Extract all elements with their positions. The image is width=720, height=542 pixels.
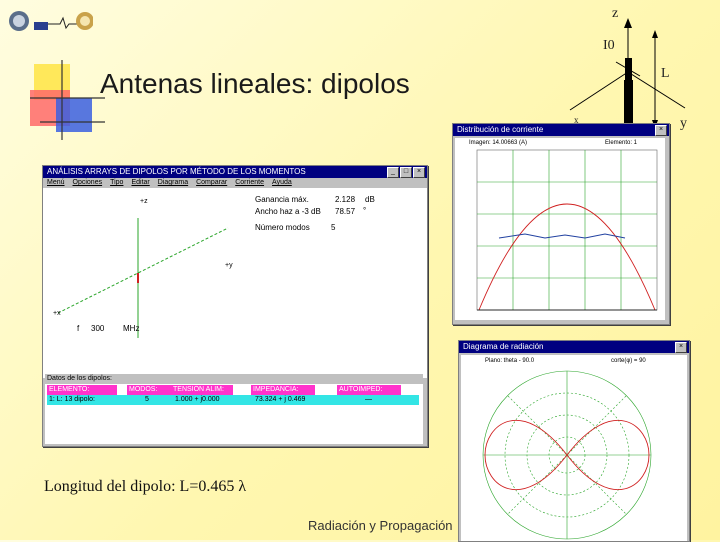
header-autoimped: AUTOIMPED: [337, 385, 401, 395]
x-axis-tag: +x [53, 310, 61, 317]
footer-text: Radiación y Propagación [308, 518, 453, 533]
slide-title: Antenas lineales: dipolos [100, 68, 410, 99]
university-logo [8, 8, 94, 34]
dipole-table: Datos de los dipolos: ELEMENTO: MODOS: T… [45, 374, 423, 444]
radiation-pattern-window: Diagrama de radiación × Plano: theta - 9… [458, 340, 690, 542]
y-axis-label: y [680, 116, 687, 131]
length-label: L [661, 66, 670, 81]
menu-item-editar[interactable]: Editar [131, 178, 149, 188]
beam-unit: ° [363, 206, 367, 215]
cell-impedancia: 73.324 + j 0.469 [255, 396, 306, 403]
modes-value: 5 [331, 223, 336, 232]
gain-label: Ganancia máx. [255, 195, 309, 204]
decorative-squares [30, 60, 105, 140]
pattern-window-titlebar[interactable]: Diagrama de radiación × [459, 341, 689, 353]
current-label: I0 [603, 38, 615, 53]
current-plot-area: Imagen: 14.00663 (A) Elemento: 1 [455, 138, 665, 320]
y-axis-tag: +y [225, 262, 233, 269]
gain-value: 2.128 [335, 195, 356, 204]
arrays-window: ANÁLISIS ARRAYS DE DIPOLOS POR MÉTODO DE… [42, 165, 428, 447]
close-button[interactable]: × [413, 167, 425, 178]
dipole-diagram [569, 18, 686, 128]
header-modos: MODOS: [127, 385, 173, 395]
close-button[interactable]: × [675, 342, 687, 353]
minimize-button[interactable]: _ [387, 167, 399, 178]
table-row[interactable] [47, 395, 419, 405]
freq-value: 300 [91, 324, 105, 333]
gain-unit: dB [365, 195, 375, 204]
polar-plot [482, 370, 652, 540]
menu-item-corriente[interactable]: Corriente [235, 178, 264, 188]
menu-bar: Menú Opciones Tipo Editar Diagrama Compa… [43, 178, 427, 188]
cell-elemento: 1: L: 13 dipolo: [49, 396, 95, 403]
modes-label: Número modos [255, 223, 310, 232]
current-window-titlebar[interactable]: Distribución de corriente × [453, 124, 669, 136]
arrays-window-title: ANÁLISIS ARRAYS DE DIPOLOS POR MÉTODO DE… [47, 167, 306, 176]
header-tension: TENSIÓN ALIM: [171, 385, 233, 395]
cell-modos: 5 [145, 396, 149, 403]
menu-item-tipo[interactable]: Tipo [110, 178, 123, 188]
beam-value: 78.57 [335, 207, 356, 216]
pattern-plot-area: Plano: theta - 90.0 corte(φ) = 90 [461, 355, 687, 541]
menu-item-menu[interactable]: Menú [47, 178, 65, 188]
z-axis-tag: +z [140, 198, 148, 205]
header-elemento: ELEMENTO: [47, 385, 117, 395]
pattern-window-title: Diagrama de radiación [463, 342, 544, 351]
z-axis-label: z [612, 6, 619, 21]
cell-tension: 1.000 + j0.000 [175, 396, 220, 403]
current-distribution-window: Distribución de corriente × Imagen: 14.0… [452, 123, 670, 325]
maximize-button[interactable]: □ [400, 167, 412, 178]
geometry-view: +z +y +x Ganancia máx. 2.128 dB Ancho ha… [43, 188, 427, 378]
cell-autoimped: — [365, 396, 372, 403]
freq-unit: MHz [123, 324, 140, 333]
close-button[interactable]: × [655, 125, 667, 136]
current-window-title: Distribución de corriente [457, 125, 544, 134]
beam-label: Ancho haz a -3 dB [255, 207, 321, 216]
menu-item-opciones[interactable]: Opciones [73, 178, 103, 188]
freq-label: f [77, 324, 80, 333]
menu-item-comparar[interactable]: Comparar [196, 178, 227, 188]
dipole-length-caption: Longitud del dipolo: L=0.465 λ [44, 478, 247, 495]
arrays-window-titlebar[interactable]: ANÁLISIS ARRAYS DE DIPOLOS POR MÉTODO DE… [43, 166, 427, 178]
table-title: Datos de los dipolos: [47, 375, 112, 382]
geometry-axes [57, 218, 229, 338]
menu-item-ayuda[interactable]: Ayuda [272, 178, 292, 188]
current-plot [476, 149, 658, 311]
header-impedancia: IMPEDANCIA: [251, 385, 315, 395]
menu-item-diagrama[interactable]: Diagrama [158, 178, 188, 188]
